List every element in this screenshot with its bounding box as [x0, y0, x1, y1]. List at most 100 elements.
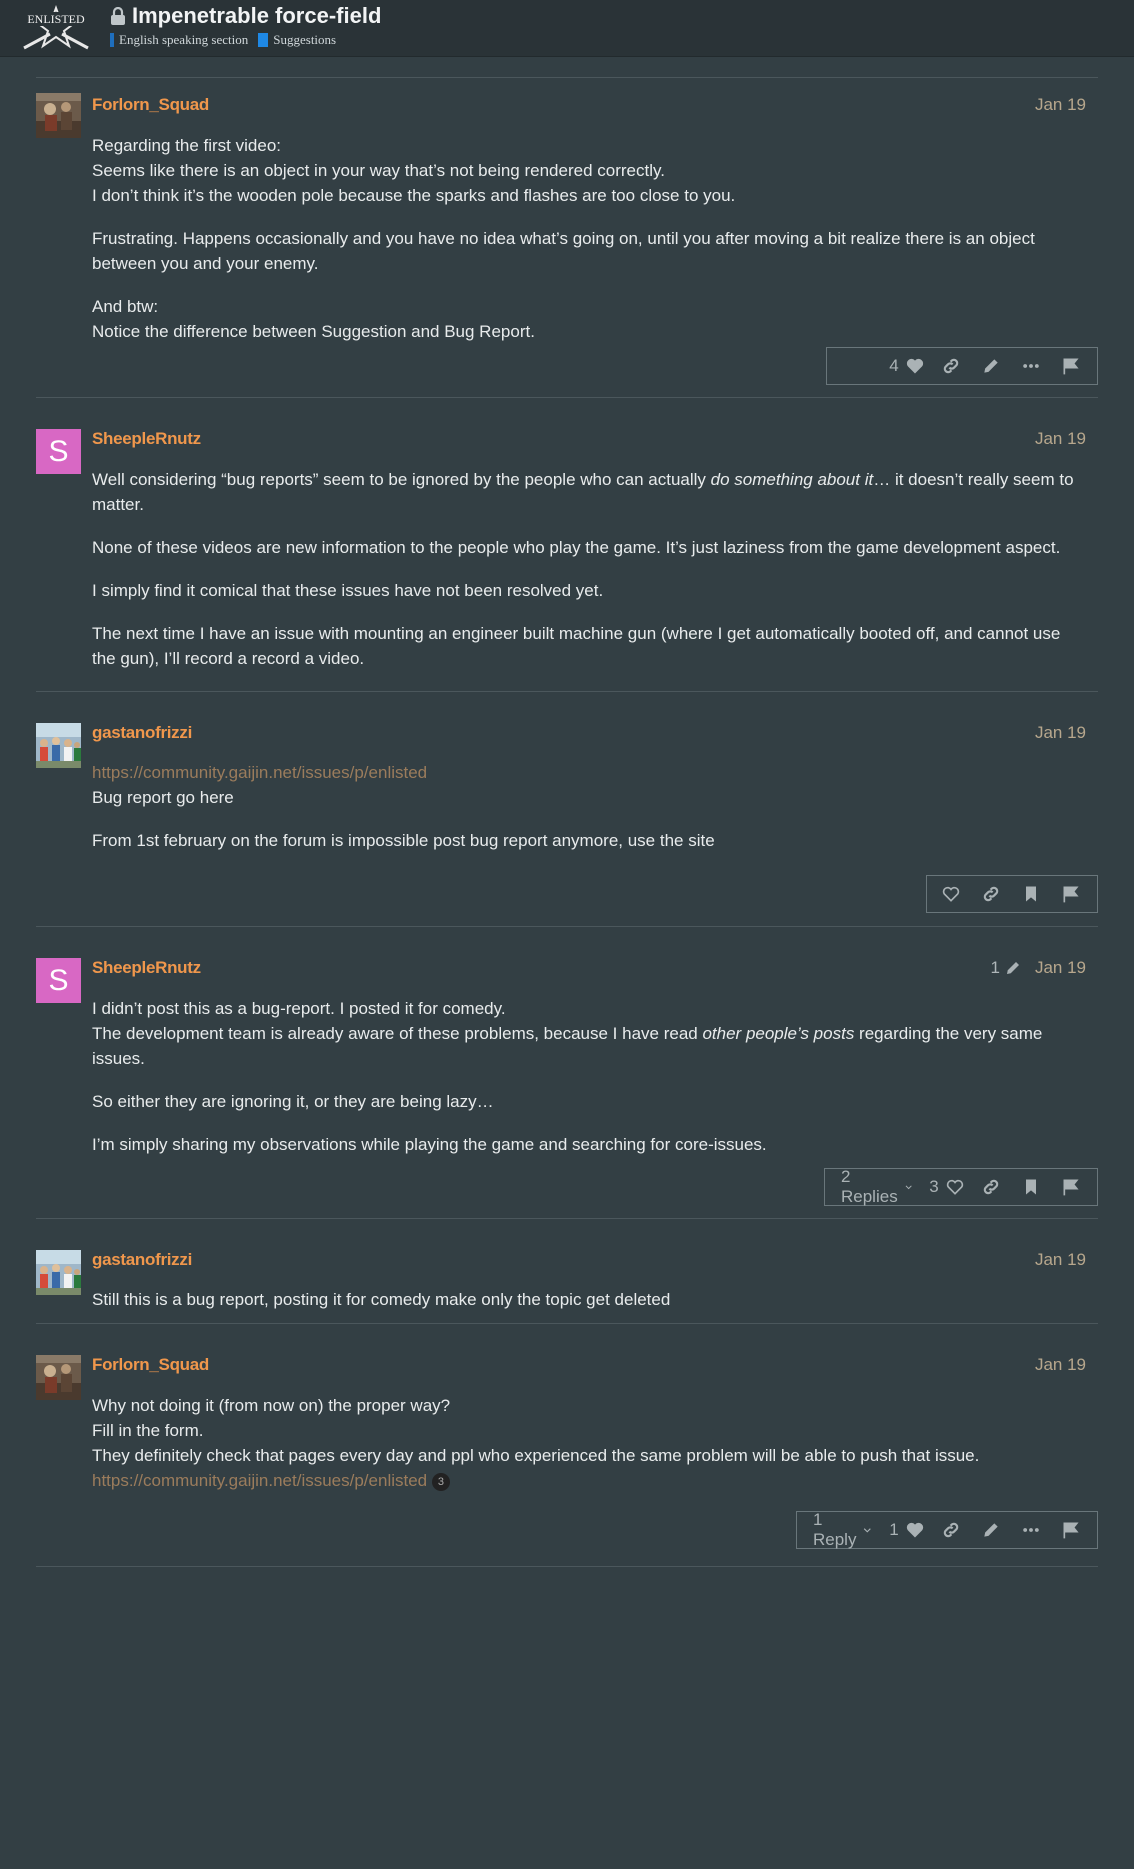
like-button[interactable]: 1	[883, 1512, 931, 1548]
post: S SheepleRnutz Jan 19 Well considering “…	[36, 398, 1098, 692]
divider	[36, 1566, 1098, 1567]
text-line: They definitely check that pages every d…	[92, 1446, 980, 1465]
avatar[interactable]	[36, 1355, 81, 1400]
crowd-avatar-icon	[36, 723, 81, 768]
copy-link-button[interactable]	[971, 876, 1011, 912]
like-button[interactable]: 4	[883, 348, 931, 384]
pencil-icon	[984, 1523, 998, 1537]
pencil-icon	[1007, 962, 1019, 974]
link-icon	[983, 1179, 999, 1195]
avatar[interactable]: S	[36, 429, 81, 474]
text-paragraph: The next time I have an issue with mount…	[92, 624, 1061, 668]
flag-button[interactable]	[1051, 348, 1091, 384]
text: Well considering “bug reports” seem to b…	[92, 470, 711, 489]
replies-label: 2 Replies	[841, 1167, 898, 1206]
more-button[interactable]	[1011, 1512, 1051, 1548]
copy-link-button[interactable]	[931, 1512, 971, 1548]
flag-button[interactable]	[1051, 1169, 1091, 1205]
post-date[interactable]: Jan 19	[1035, 1355, 1086, 1375]
text-line: Regarding the first video:	[92, 136, 281, 155]
post-actions: 4	[826, 347, 1098, 385]
bookmark-icon	[1026, 886, 1036, 902]
post-date[interactable]: Jan 19	[1035, 1250, 1086, 1270]
post: Forlorn_Squad Jan 19 Why not doing it (f…	[36, 1324, 1098, 1569]
category-swatch	[110, 33, 114, 47]
heart-icon	[906, 1522, 923, 1538]
link-icon	[983, 886, 999, 902]
like-count: 3	[929, 1177, 939, 1196]
edit-button[interactable]	[971, 1512, 1011, 1548]
replies-toggle[interactable]: 2 Replies	[831, 1167, 923, 1206]
post-body: I didn’t post this as a bug-report. I po…	[92, 996, 1086, 1175]
ellipsis-icon	[1023, 1528, 1039, 1532]
post-body: https://community.gaijin.net/issues/p/en…	[92, 760, 1086, 871]
category-label: English speaking section	[119, 32, 249, 47]
like-button[interactable]	[931, 876, 971, 912]
link-click-count-badge: 3	[431, 1472, 450, 1491]
text-line: Fill in the form.	[92, 1421, 204, 1440]
edit-button[interactable]	[971, 348, 1011, 384]
text-line: I don’t think it’s the wooden pole becau…	[92, 186, 736, 205]
text-paragraph: So either they are ignoring it, or they …	[92, 1092, 494, 1111]
heart-icon	[906, 358, 923, 374]
flag-button[interactable]	[1051, 1512, 1091, 1548]
text-line: Notice the difference between Suggestion…	[92, 322, 535, 341]
post-body: Why not doing it (from now on) the prope…	[92, 1393, 1086, 1511]
like-button[interactable]: 3	[923, 1169, 971, 1205]
post: S SheepleRnutz 1 Jan 19 I didn’t post th…	[36, 927, 1098, 1219]
username[interactable]: gastanofrizzi	[92, 723, 192, 743]
category-english-speaking-section[interactable]: English speaking section	[110, 32, 248, 48]
post-actions	[926, 875, 1098, 913]
post: Forlorn_Squad Jan 19 Regarding the first…	[36, 78, 1098, 398]
post-date[interactable]: Jan 19	[1035, 958, 1086, 978]
chevron-down-icon	[905, 1185, 912, 1190]
text-line: Why not doing it (from now on) the prope…	[92, 1396, 451, 1415]
post-actions: 2 Replies 3	[824, 1167, 1098, 1206]
username[interactable]: SheepleRnutz	[92, 958, 201, 978]
username[interactable]: Forlorn_Squad	[92, 1355, 209, 1375]
enlisted-logo[interactable]: ENLISTED	[20, 4, 92, 50]
text-paragraph: None of these videos are new information…	[92, 538, 1061, 557]
bookmark-button[interactable]	[1011, 1169, 1051, 1205]
text-paragraph: From 1st february on the forum is imposs…	[92, 831, 715, 850]
avatar[interactable]	[36, 1250, 81, 1295]
post-body: Well considering “bug reports” seem to b…	[92, 467, 1086, 689]
edit-count: 1	[990, 958, 1000, 977]
flag-icon	[1063, 1179, 1079, 1196]
username[interactable]: SheepleRnutz	[92, 429, 201, 449]
copy-link-button[interactable]	[931, 348, 971, 384]
italic-text: do something about it	[710, 470, 874, 489]
topic-title[interactable]: Impenetrable force-field	[132, 3, 381, 29]
text-paragraph: I simply find it comical that these issu…	[92, 581, 604, 600]
text-paragraph: Still this is a bug report, posting it f…	[92, 1290, 671, 1309]
avatar[interactable]	[36, 723, 81, 768]
text-paragraph: I’m simply sharing my observations while…	[92, 1135, 767, 1154]
text-line: And btw:	[92, 297, 159, 316]
issues-link[interactable]: https://community.gaijin.net/issues/p/en…	[92, 763, 427, 782]
post-date[interactable]: Jan 19	[1035, 723, 1086, 743]
copy-link-button[interactable]	[971, 1169, 1011, 1205]
text-line: Bug report go here	[92, 788, 234, 807]
post-date[interactable]: Jan 19	[1035, 95, 1086, 115]
more-button[interactable]	[1011, 348, 1051, 384]
link-icon	[943, 358, 959, 374]
svg-text:ENLISTED: ENLISTED	[27, 12, 85, 26]
flag-icon	[1063, 1522, 1079, 1539]
text-line: Seems like there is an object in your wa…	[92, 161, 665, 180]
post-date[interactable]: Jan 19	[1035, 429, 1086, 449]
issues-link[interactable]: https://community.gaijin.net/issues/p/en…	[92, 1471, 427, 1490]
bookmark-button[interactable]	[1011, 876, 1051, 912]
category-suggestions[interactable]: Suggestions	[258, 32, 336, 48]
category-swatch	[258, 33, 269, 47]
username[interactable]: gastanofrizzi	[92, 1250, 192, 1270]
avatar[interactable]	[36, 93, 81, 138]
avatar[interactable]: S	[36, 958, 81, 1003]
flag-button[interactable]	[1051, 876, 1091, 912]
heart-outline-icon	[942, 886, 960, 902]
lock-icon	[111, 7, 125, 25]
post: gastanofrizzi Jan 19 Still this is a bug…	[36, 1219, 1098, 1325]
like-count: 4	[889, 356, 899, 375]
edit-history-button[interactable]: 1	[991, 958, 1022, 978]
replies-toggle[interactable]: 1 Reply	[803, 1510, 883, 1549]
username[interactable]: Forlorn_Squad	[92, 95, 209, 115]
